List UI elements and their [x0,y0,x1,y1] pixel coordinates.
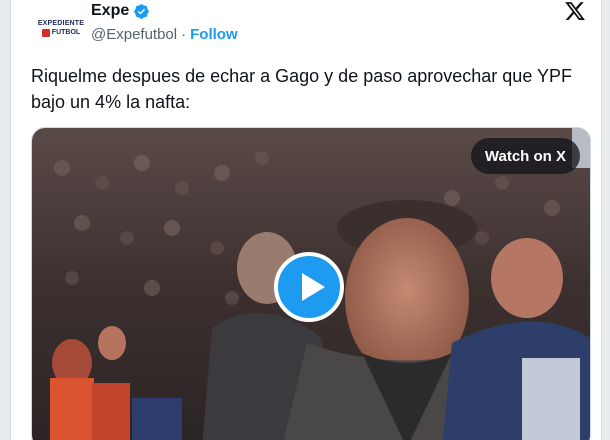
author-avatar[interactable]: EXPEDIENTE FUTBOL [35,8,87,48]
avatar-text-bottom: FUTBOL [51,28,81,36]
tweet-text: Riquelme despues de echar a Gago y de pa… [31,66,573,112]
video-player[interactable]: Watch on X [31,127,591,440]
play-icon[interactable] [273,251,345,323]
watch-on-x-button[interactable]: Watch on X [470,138,580,174]
author-name-row[interactable]: Expe [91,0,150,22]
author-display-name[interactable]: Expe [91,2,129,20]
x-logo-icon[interactable] [563,0,587,22]
separator-dot: · [181,25,187,43]
author-handle[interactable]: @Expefutbol [91,26,177,43]
avatar-text-top: EXPEDIENTE [37,19,85,27]
author-handle-row: @Expefutbol · Follow [91,24,238,44]
verified-badge-icon [134,3,150,19]
avatar-flag-icon [41,28,50,37]
follow-button[interactable]: Follow [190,26,238,43]
tweet-card: EXPEDIENTE FUTBOL Expe @Expefutbol · Fol… [10,0,602,440]
avatar-text-bottom-row: FUTBOL [41,28,81,37]
